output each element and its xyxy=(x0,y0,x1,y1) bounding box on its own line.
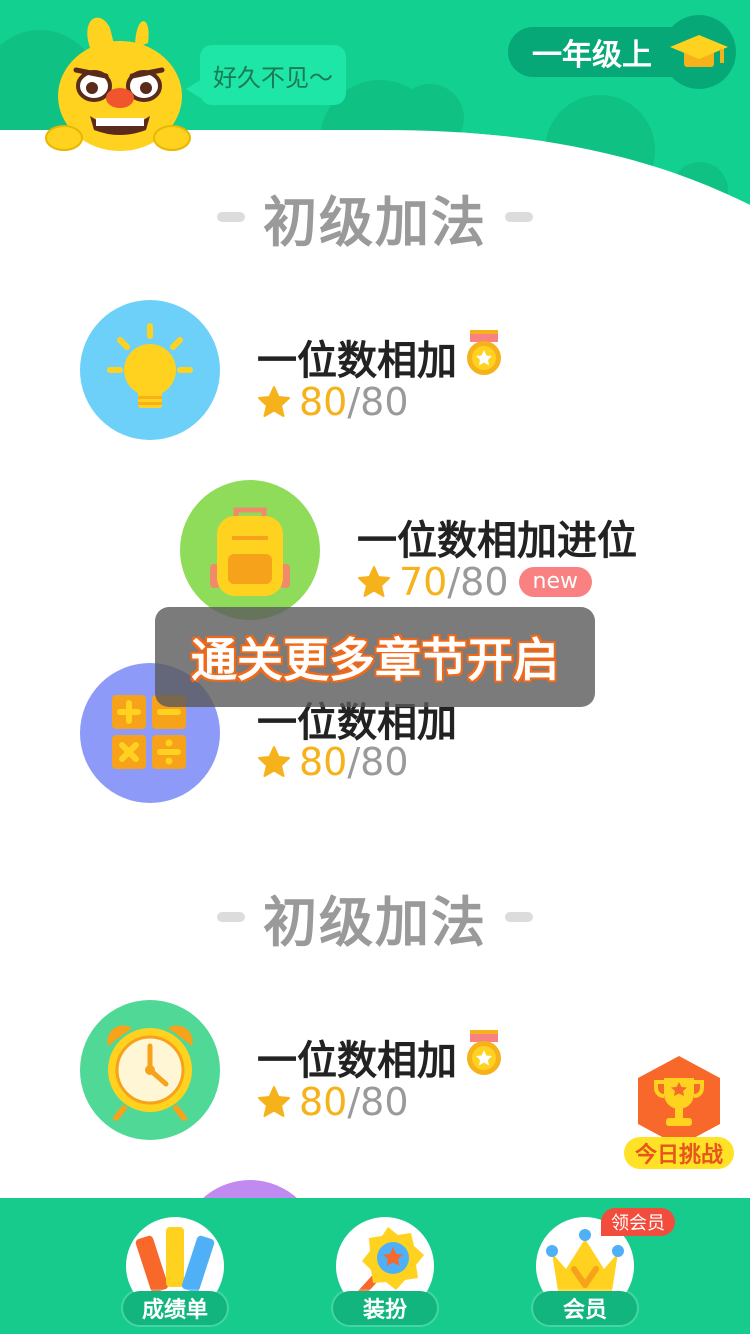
lesson-title-text: 一位数相加 xyxy=(257,338,457,384)
lesson-1-score: 80/80 xyxy=(257,380,409,424)
mascot-bunny-icon xyxy=(45,17,191,151)
lesson-title-text: 一位数相加进位 xyxy=(357,518,637,564)
score-value: 80 xyxy=(299,1080,348,1124)
section-title: 初级加法 xyxy=(0,182,750,254)
lesson-1-title: 一位数相加 xyxy=(257,328,457,386)
lesson-1-button[interactable] xyxy=(80,300,220,440)
tab-label[interactable]: 成绩单 xyxy=(123,1291,227,1325)
tab-label[interactable]: 装扮 xyxy=(333,1291,437,1325)
title-dash-left xyxy=(217,912,245,922)
alarm-clock-icon xyxy=(107,1025,193,1121)
score-value: 80 xyxy=(299,740,348,784)
tab-label[interactable]: 会员 xyxy=(533,1291,637,1325)
score-value: 70 xyxy=(399,560,448,604)
lesson-4-title: 一位数相加 xyxy=(257,1028,457,1086)
lightbulb-icon xyxy=(107,323,193,408)
backpack-icon xyxy=(210,507,290,596)
medal-icon xyxy=(467,330,501,375)
new-badge: new xyxy=(518,567,592,597)
medal-icon xyxy=(467,1030,501,1075)
score-total: /80 xyxy=(447,560,509,604)
section-title-text: 初级加法 xyxy=(263,890,487,954)
lesson-title-text: 一位数相加 xyxy=(257,1038,457,1084)
lesson-3-score: 80/80 xyxy=(257,740,409,784)
score-total: /80 xyxy=(347,1080,409,1124)
title-dash-right xyxy=(505,912,533,922)
unlock-toast: 通关更多章节开启 xyxy=(155,607,595,707)
star-icon xyxy=(358,566,390,597)
grade-cap-button[interactable] xyxy=(662,15,736,89)
star-icon xyxy=(258,386,290,417)
graduation-cap-icon xyxy=(670,35,728,67)
star-icon xyxy=(258,746,290,777)
score-value: 80 xyxy=(299,380,348,424)
title-dash-right xyxy=(505,212,533,222)
lesson-2-button[interactable] xyxy=(180,480,320,620)
lesson-2-score: 70/80 new xyxy=(357,560,592,604)
claim-membership-badge[interactable]: 领会员 xyxy=(601,1208,675,1236)
title-dash-left xyxy=(217,212,245,222)
score-total: /80 xyxy=(347,380,409,424)
star-icon xyxy=(258,1086,290,1117)
lesson-4-score: 80/80 xyxy=(257,1080,409,1124)
lesson-2-title: 一位数相加进位 xyxy=(357,508,637,566)
daily-challenge-button[interactable]: 今日挑战 xyxy=(624,1137,734,1169)
section-title-text: 初级加法 xyxy=(263,190,487,254)
score-total: /80 xyxy=(347,740,409,784)
greeting-bubble: 好久不见～ xyxy=(186,45,346,105)
lesson-4-button[interactable] xyxy=(80,1000,220,1140)
trophy-icon[interactable] xyxy=(634,1054,724,1148)
section-title: 初级加法 xyxy=(0,882,750,954)
